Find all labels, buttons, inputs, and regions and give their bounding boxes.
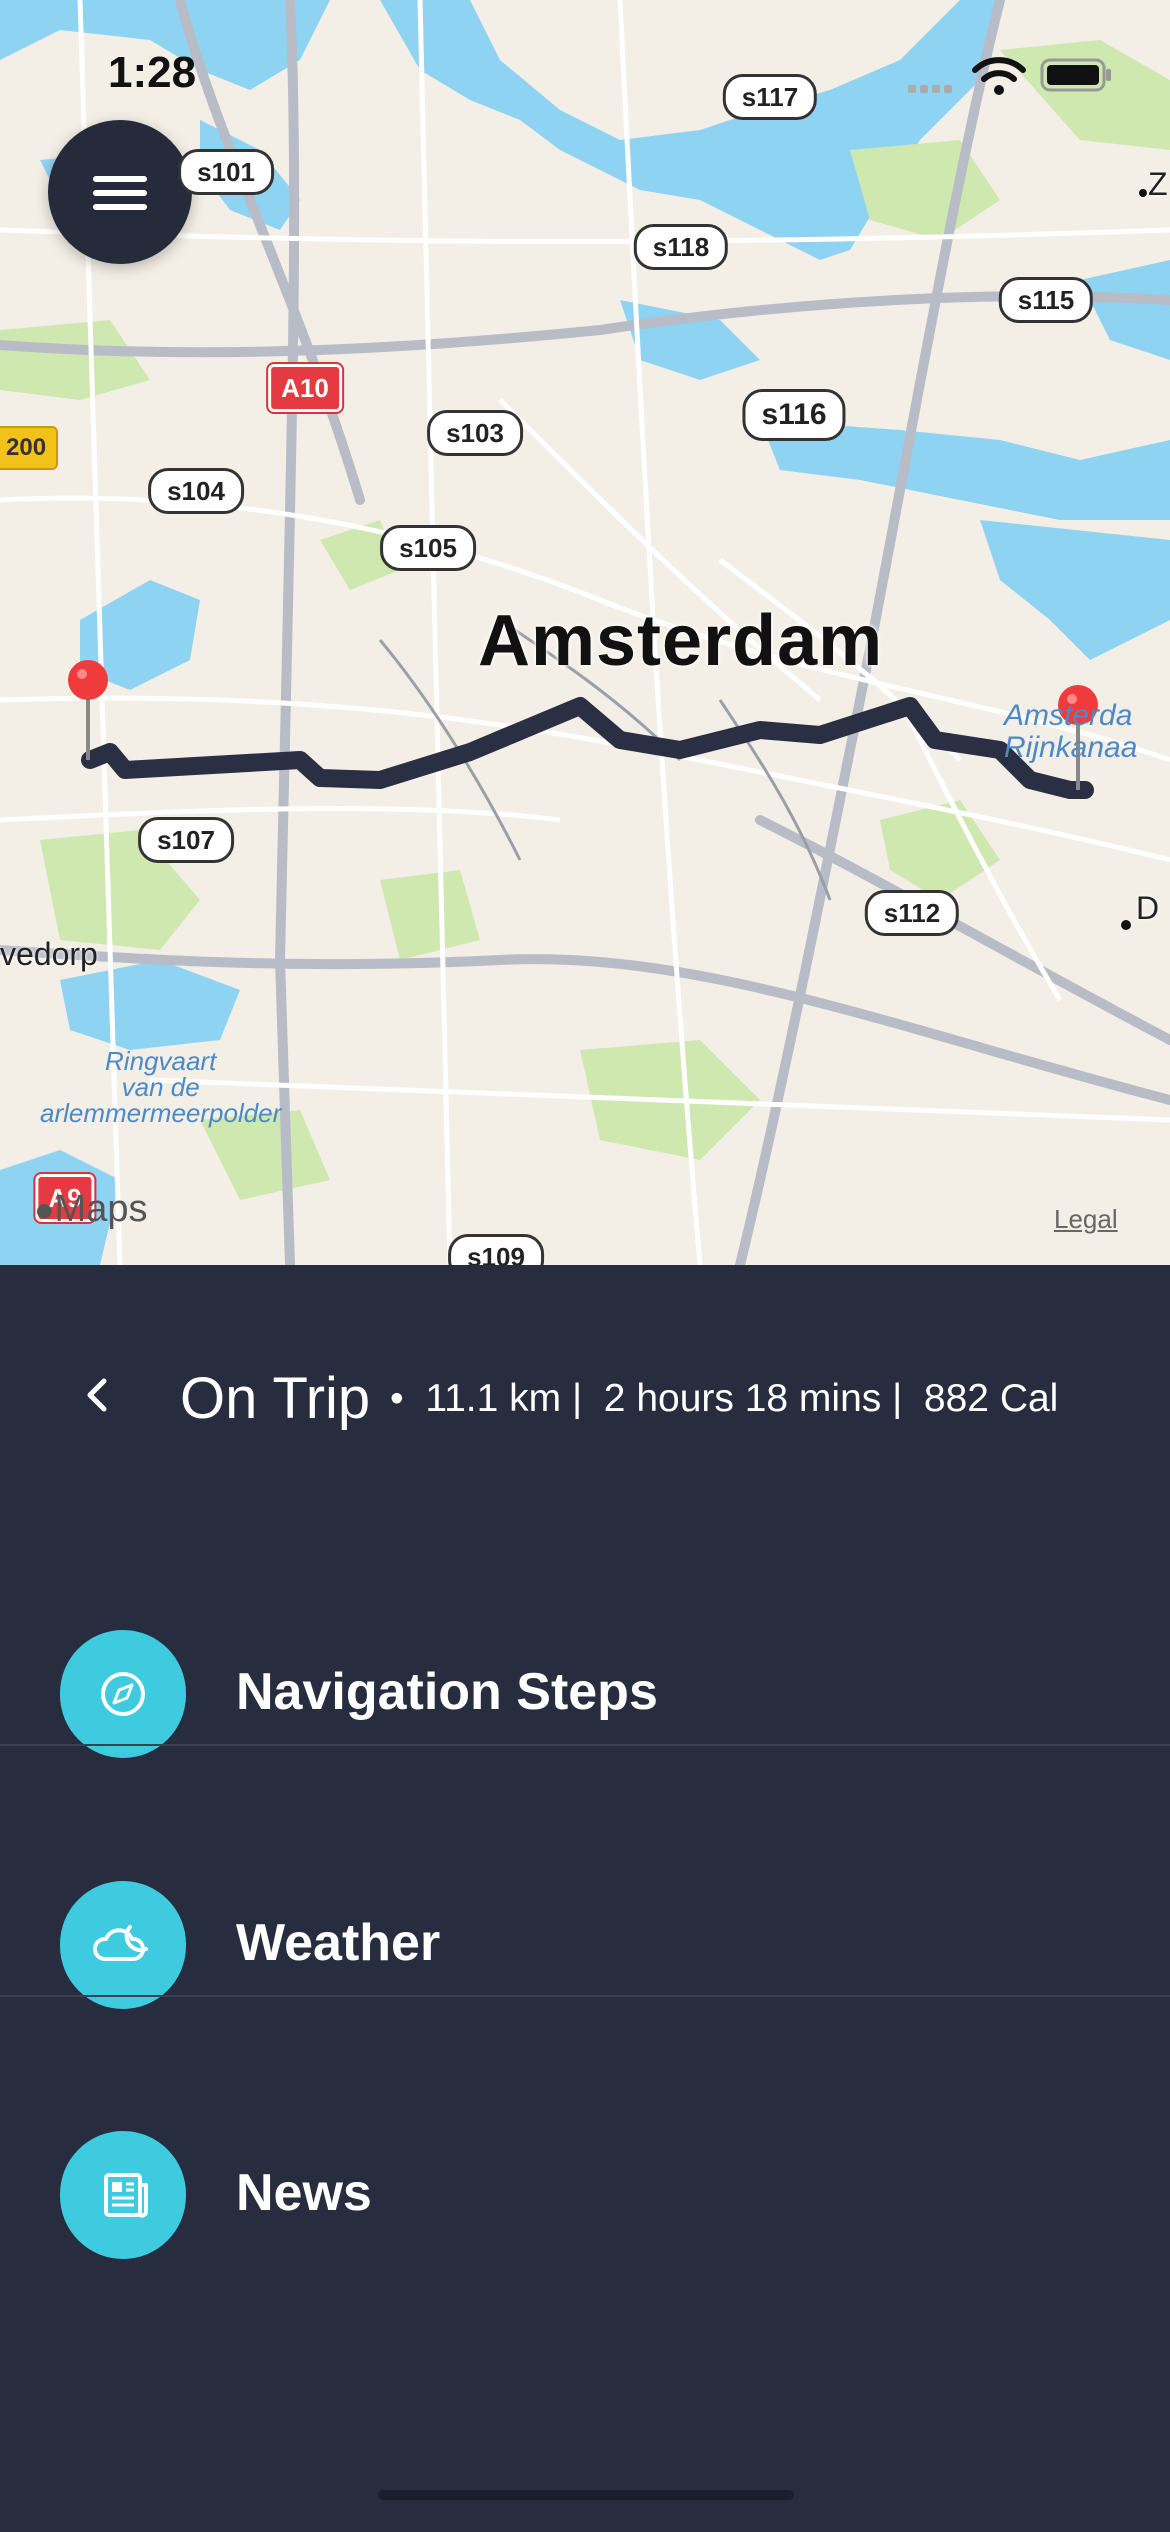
- chevron-left-icon: [87, 1378, 107, 1412]
- city-label: Amsterdam: [478, 601, 884, 681]
- home-indicator[interactable]: [378, 2490, 794, 2500]
- menu-line-icon: [93, 204, 147, 210]
- menu-item-label: News: [236, 2164, 372, 2222]
- route-badge-s101: s101: [178, 149, 274, 195]
- menu-item-weather[interactable]: Weather: [0, 1821, 1170, 2071]
- cloud-moon-icon: [60, 1881, 186, 2009]
- water-label-ringvaart: Ringvaart van de arlemmermeerpolder: [40, 1046, 282, 1128]
- divider: [0, 1744, 1170, 1746]
- place-label-d: D: [1136, 890, 1160, 926]
- route-badge-s116: s116: [742, 389, 846, 441]
- route-badge-s107: s107: [138, 817, 234, 863]
- trip-panel: On Trip • 11.1 km | 2 hours 18 mins | 88…: [0, 1265, 1170, 2532]
- maps-logo-text: Maps: [54, 1188, 148, 1230]
- menu-item-label: Weather: [236, 1914, 441, 1972]
- place-label-vedorp: vedorp: [0, 936, 98, 972]
- hamburger-menu-button[interactable]: [48, 120, 192, 264]
- battery-icon: [1040, 58, 1112, 97]
- maps-logo: ●Maps: [34, 1188, 147, 1231]
- route-badge-s105: s105: [380, 525, 476, 571]
- apple-logo-icon: ●: [34, 1191, 55, 1229]
- route-badge-s109: s109: [448, 1234, 544, 1265]
- water-label-rijnkanaal: Amsterda Rijnkanaa: [1004, 699, 1138, 764]
- newspaper-icon: [60, 2131, 186, 2259]
- menu-item-label: Navigation Steps: [236, 1663, 658, 1721]
- divider: [0, 1995, 1170, 1997]
- trip-header: On Trip • 11.1 km | 2 hours 18 mins | 88…: [0, 1345, 1170, 1445]
- trip-route-line: [81, 697, 1094, 799]
- place-label-z: Z: [1148, 166, 1168, 202]
- menu-line-icon: [93, 176, 147, 182]
- legal-link[interactable]: Legal: [1054, 1204, 1118, 1235]
- place-dot-d: [1121, 920, 1131, 930]
- route-badge-s118: s118: [633, 224, 729, 270]
- highway-badge-200: 200: [0, 426, 59, 470]
- status-time: 1:28: [108, 48, 197, 97]
- menu-item-navigation-steps[interactable]: Navigation Steps: [0, 1570, 1170, 1820]
- wifi-icon: [972, 56, 1026, 101]
- menu-item-news[interactable]: News: [0, 2071, 1170, 2321]
- route-badge-s115: s115: [998, 277, 1094, 323]
- route-badge-s112: s112: [864, 890, 960, 936]
- route-badge-s103: s103: [427, 410, 523, 456]
- highway-badge-a10: A10: [266, 362, 344, 414]
- menu-line-icon: [93, 190, 147, 196]
- route-badge-s117: s117: [722, 74, 818, 120]
- place-dot-z: [1139, 189, 1147, 197]
- trip-stats: • 11.1 km | 2 hours 18 mins | 882 Cal: [390, 1377, 1059, 1420]
- cellular-signal-icon: [908, 80, 954, 93]
- back-button[interactable]: [78, 1375, 118, 1415]
- route-badge-s104: s104: [148, 468, 244, 514]
- compass-icon: [60, 1630, 186, 1758]
- trip-title: On Trip: [180, 1366, 371, 1431]
- map-view[interactable]: 1:28 Amsterdam vedorp Z D Ringvaart van …: [0, 0, 1170, 1265]
